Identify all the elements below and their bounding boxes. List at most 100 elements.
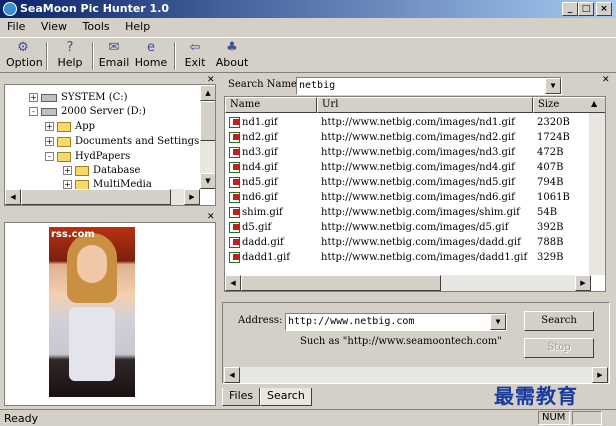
image-file-icon [229,162,240,173]
sort-up-icon: ▲ [591,99,598,108]
menu-view[interactable]: View [36,18,72,36]
drive-icon [41,107,57,116]
table-row[interactable]: nd4.gif http://www.netbig.com/images/nd4… [225,160,591,175]
tab-files[interactable]: Files [222,388,261,406]
expand-icon[interactable]: + [63,166,72,175]
expand-icon[interactable]: + [29,93,38,102]
toolbar-separator [174,42,176,70]
folder-icon [75,179,89,190]
scroll-right-icon[interactable]: ▶ [184,189,200,205]
about-icon: ♣ [226,40,238,55]
help-icon: ? [66,40,74,55]
globe-icon: e [147,40,155,55]
table-row[interactable]: nd5.gif http://www.netbig.com/images/nd5… [225,175,591,190]
chevron-down-icon[interactable]: ▼ [545,78,561,94]
expand-icon[interactable]: + [63,180,72,189]
exit-label: Exit [184,56,206,69]
scroll-down-icon[interactable]: ▼ [200,173,215,189]
results-table: Name Url Size ▲ nd1.gif http://www.netbi… [224,96,606,292]
scroll-right-icon[interactable]: ▶ [575,275,591,291]
close-button[interactable]: × [596,2,612,16]
tree-item-hydpapers[interactable]: - HydPapers [45,150,130,164]
scroll-left-icon[interactable]: ◀ [225,275,241,291]
minimize-button[interactable]: _ [562,2,578,16]
option-label: Option [6,56,43,69]
table-row[interactable]: nd3.gif http://www.netbig.com/images/nd3… [225,145,591,160]
toolbar-separator [92,42,94,70]
image-file-icon [229,177,240,188]
folder-icon [57,151,71,162]
about-button[interactable]: ♣ About [214,40,250,72]
scroll-left-icon[interactable]: ◀ [5,189,21,205]
stop-button[interactable]: Stop [524,338,594,358]
folder-icon [75,165,89,176]
image-file-icon [229,252,240,263]
envelope-icon: ✉ [108,40,120,55]
tree-item-database[interactable]: + Database [63,164,140,178]
tree-vertical-scrollbar[interactable]: ▲ ▼ [200,85,215,189]
address-value: http://www.netbig.com [288,316,415,327]
image-file-icon [229,207,240,218]
expand-icon[interactable]: + [45,122,54,131]
table-row[interactable]: nd2.gif http://www.netbig.com/images/nd2… [225,130,591,145]
status-panel-empty [572,411,602,425]
preview-pane-close-icon[interactable]: ✕ [207,212,215,222]
scroll-thumb[interactable] [200,101,215,141]
menu-tools[interactable]: Tools [78,18,115,36]
about-label: About [215,56,249,69]
app-window: SeaMoon Pic Hunter 1.0 _ □ × File View T… [0,0,616,425]
search-button[interactable]: Search [524,311,594,331]
status-text: Ready [4,412,39,425]
scroll-thumb[interactable] [21,189,171,205]
scroll-thumb[interactable] [241,275,441,291]
exit-door-icon: ⇦ [189,40,201,55]
menu-bar: File View Tools Help [0,18,616,36]
table-row[interactable]: dadd.gif http://www.netbig.com/images/da… [225,235,591,250]
search-name-combo[interactable]: netbig ▼ [296,77,562,95]
exit-button[interactable]: ⇦ Exit [180,40,210,72]
maximize-button[interactable]: □ [578,2,594,16]
menu-file[interactable]: File [2,18,30,36]
collapse-icon[interactable]: - [45,152,54,161]
help-button[interactable]: ? Help [54,40,86,72]
app-icon [3,2,17,16]
image-file-icon [229,147,240,158]
tree-horizontal-scrollbar[interactable]: ◀ ▶ [5,189,200,205]
table-row[interactable]: nd1.gif http://www.netbig.com/images/nd1… [225,115,591,130]
column-header-name[interactable]: Name [225,97,317,113]
scroll-right-icon[interactable]: ▶ [592,367,608,383]
home-button[interactable]: e Home [134,40,168,72]
table-row[interactable]: shim.gif http://www.netbig.com/images/sh… [225,205,591,220]
table-row[interactable]: d5.gif http://www.netbig.com/images/d5.g… [225,220,591,235]
tree-item-system-drive[interactable]: + SYSTEM (C:) [29,91,128,105]
toolbar: ⚙ Option ? Help ✉ Email e Home ⇦ Exit ♣ … [0,37,616,73]
image-file-icon [229,132,240,143]
table-row[interactable]: nd6.gif http://www.netbig.com/images/nd6… [225,190,591,205]
toolbar-separator [46,42,48,70]
chevron-down-icon[interactable]: ▼ [490,314,506,330]
image-file-icon [229,237,240,248]
collapse-icon[interactable]: - [29,107,38,116]
tree-item-server-drive[interactable]: -2000 Server (D:) [29,105,146,119]
preview-photo: rss.com [49,227,135,397]
results-horizontal-scrollbar[interactable]: ◀ ▶ [225,275,591,291]
title-bar: SeaMoon Pic Hunter 1.0 _ □ × [0,0,616,18]
address-combo[interactable]: http://www.netbig.com ▼ [285,313,507,331]
tree-item-documents[interactable]: + Documents and Settings [45,135,199,149]
drive-icon [41,93,57,102]
email-button[interactable]: ✉ Email [98,40,130,72]
menu-help[interactable]: Help [120,18,155,36]
tree-item-app[interactable]: + App [45,120,95,134]
scroll-up-icon[interactable]: ▲ [200,85,215,101]
search-pane-close-icon[interactable]: ✕ [602,75,610,85]
image-preview-pane: rss.com [4,222,216,406]
search-name-label: Search Name: [228,79,301,90]
folder-icon [57,121,71,132]
results-vertical-scrollbar[interactable] [589,113,605,275]
column-header-url[interactable]: Url [317,97,533,113]
option-button[interactable]: ⚙ Option [6,40,43,72]
tab-search[interactable]: Search [260,388,312,406]
expand-icon[interactable]: + [45,137,54,146]
scroll-left-icon[interactable]: ◀ [224,367,240,383]
table-row[interactable]: dadd1.gif http://www.netbig.com/images/d… [225,250,591,265]
